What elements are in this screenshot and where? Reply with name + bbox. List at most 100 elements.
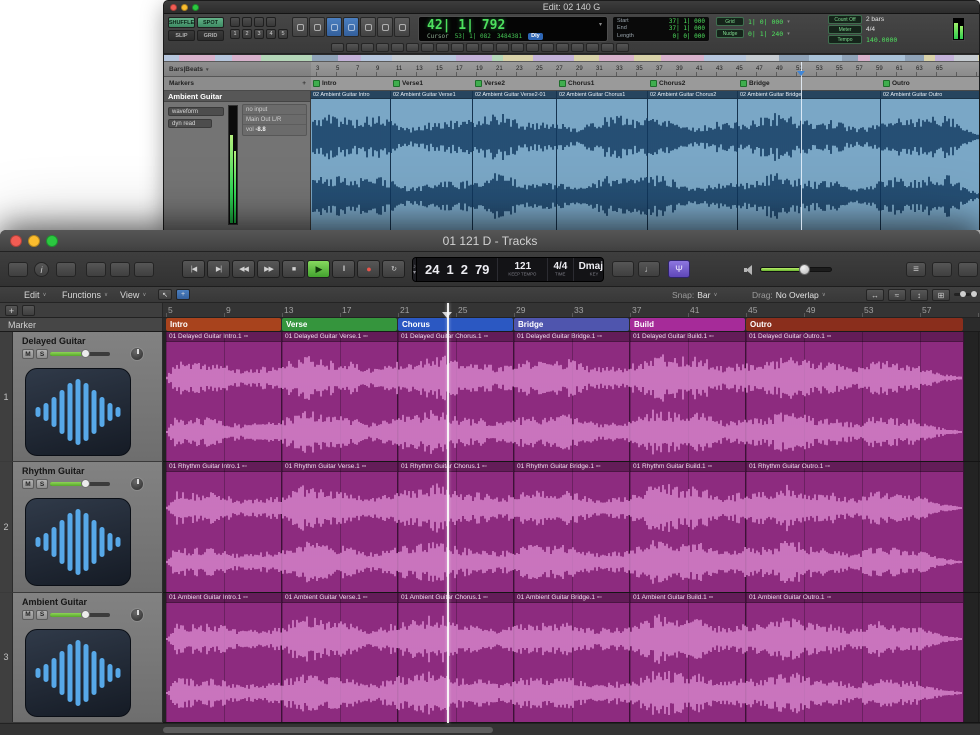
main-counter[interactable]: 42| 1| 792 ▾ Cursor 53| 1| 082 3484381 D… <box>418 16 608 42</box>
go-to-beginning-button[interactable]: |◀ <box>182 260 205 278</box>
toolbar-button[interactable] <box>481 43 494 52</box>
marker-verse1[interactable]: Verse1 <box>393 80 423 87</box>
track-lane-rhythm-guitar[interactable]: 01 Rhythm Guitar Intro.1▫▫01 Rhythm Guit… <box>163 462 980 592</box>
mode-button-grid[interactable]: GRID <box>197 30 224 41</box>
audio-region[interactable]: 02 Ambient Guitar Verse1 <box>391 91 473 230</box>
arrangement-section-chorus[interactable]: Chorus <box>398 318 513 331</box>
main-counter-value[interactable]: 42| 1| 792 <box>427 18 505 33</box>
audio-region[interactable]: 01 Rhythm Guitar Verse.1▫▫ <box>282 462 398 591</box>
audio-region[interactable]: 02 Ambient Guitar Chorus2 <box>648 91 738 230</box>
audio-region[interactable]: 01 Delayed Guitar Build.1▫▫ <box>630 332 746 461</box>
marker-intro[interactable]: Intro <box>313 80 336 87</box>
cycle-button[interactable]: ↻ <box>382 260 405 278</box>
automation-tool-icon[interactable]: + <box>176 289 190 300</box>
go-to-end-button[interactable]: ▶| <box>207 260 230 278</box>
grid-value[interactable]: 1| 0| 000 <box>748 18 783 26</box>
nudge-setting[interactable]: Nudge 0| 1| 240 ▾ <box>716 29 822 38</box>
time-signature-display[interactable]: 4/4 TIME <box>548 258 573 281</box>
track-icon[interactable] <box>25 498 131 586</box>
audio-region[interactable]: 01 Ambient Guitar Verse.1▫▫ <box>282 593 398 722</box>
audio-region[interactable]: 01 Ambient Guitar Intro.1▫▫ <box>166 593 282 722</box>
tempo-display[interactable]: 121 KEEP TEMPO <box>498 258 548 281</box>
minimize-button[interactable] <box>28 235 40 247</box>
zoom-preset-3[interactable]: 3 <box>254 29 264 39</box>
smart-controls-icon[interactable] <box>86 262 106 277</box>
position-tick[interactable]: 79 <box>475 262 489 277</box>
grid-zoom-icon[interactable]: ⊞ <box>932 289 950 301</box>
play-button[interactable]: ▶ <box>307 260 330 278</box>
smart-tool-icon[interactable] <box>394 17 410 37</box>
selection-start[interactable]: Start 37| 1| 000 <box>617 18 705 25</box>
browsers-icon[interactable] <box>958 262 978 277</box>
track-icon[interactable] <box>25 629 131 717</box>
toolbar-button[interactable] <box>331 43 344 52</box>
horizontal-zoom-icon[interactable]: ↔ <box>866 289 884 301</box>
selection-end[interactable]: End 37| 1| 000 <box>617 25 705 32</box>
audio-region[interactable]: 02 Ambient Guitar Verse2-01 <box>473 91 557 230</box>
zoom-preset-1[interactable]: 1 <box>230 29 240 39</box>
zoom-preset-4[interactable]: 4 <box>266 29 276 39</box>
h-zoom-slider-knob[interactable] <box>960 291 966 297</box>
counter-caret-icon[interactable]: ▾ <box>599 21 602 28</box>
solo-button[interactable]: S <box>36 349 48 359</box>
grid-caret-icon[interactable]: ▾ <box>787 19 790 25</box>
audio-region[interactable]: 01 Delayed Guitar Verse.1▫▫ <box>282 332 398 461</box>
toolbar-button[interactable] <box>466 43 479 52</box>
scrubber-tool-icon[interactable] <box>360 17 376 37</box>
stop-button[interactable]: ■ <box>282 260 305 278</box>
audio-region[interactable]: 02 Ambient Guitar Chorus1 <box>557 91 648 230</box>
track-header-delayed-guitar[interactable]: 1Delayed GuitarMS <box>0 332 163 462</box>
arrangement-section-build[interactable]: Build <box>630 318 745 331</box>
toolbar-button[interactable] <box>436 43 449 52</box>
toolbar-button[interactable] <box>586 43 599 52</box>
snap-selector[interactable]: Snap: Bar ∨ <box>672 287 717 303</box>
toolbar-button[interactable] <box>511 43 524 52</box>
key-value[interactable]: Dmaj <box>579 262 603 272</box>
playhead-position[interactable]: 24 1 2 79 <box>417 258 498 281</box>
master-volume-slider[interactable] <box>760 267 832 272</box>
toolbar-button[interactable] <box>496 43 509 52</box>
pan-knob[interactable] <box>130 477 144 491</box>
marker-track-header[interactable]: Marker <box>0 318 163 331</box>
arrangement-section-bridge[interactable]: Bridge <box>514 318 629 331</box>
add-track-button[interactable]: + <box>5 305 18 316</box>
volume-knob[interactable] <box>81 610 90 619</box>
edit-menu[interactable]: Edit∨ <box>24 287 47 303</box>
delay-compensation-badge[interactable]: Dly <box>528 33 543 40</box>
record-button[interactable]: ● <box>357 260 380 278</box>
selector-tool-icon[interactable] <box>326 17 342 37</box>
toolbar-button[interactable] <box>541 43 554 52</box>
bars-ruler-label[interactable]: Bars|Beats <box>169 66 203 73</box>
track-header-ambient-guitar[interactable]: 3Ambient GuitarMS <box>0 593 163 723</box>
audio-region[interactable]: 01 Ambient Guitar Bridge.1▫▫ <box>514 593 630 722</box>
trim-tool-icon[interactable] <box>309 17 325 37</box>
track-lane-ambient-guitar[interactable]: 02 Ambient Guitar Intro02 Ambient Guitar… <box>311 91 980 230</box>
track-name[interactable]: Ambient Guitar <box>22 597 87 607</box>
toolbar-button[interactable] <box>421 43 434 52</box>
end-value[interactable]: 37| 1| 000 <box>669 25 705 32</box>
position-beat[interactable]: 1 <box>446 262 453 277</box>
metronome-icon[interactable]: ♩ <box>638 261 660 277</box>
track-lane-ambient-guitar[interactable]: 01 Ambient Guitar Intro.1▫▫01 Ambient Gu… <box>163 593 980 723</box>
toolbar-button[interactable] <box>526 43 539 52</box>
tempo-setting[interactable]: Tempo 140.0000 <box>828 35 946 44</box>
pan-knob[interactable] <box>130 347 144 361</box>
marker-chorus2[interactable]: Chorus2 <box>650 80 685 87</box>
position-div[interactable]: 2 <box>461 262 468 277</box>
audio-region[interactable]: 01 Delayed Guitar Chorus.1▫▫ <box>398 332 514 461</box>
track-name[interactable]: Delayed Guitar <box>22 336 86 346</box>
output-selector[interactable]: Main Out L/R <box>243 115 306 125</box>
count-off-setting[interactable]: Count Off 2 bars <box>828 15 946 24</box>
grabber-tool-icon[interactable] <box>343 17 359 37</box>
waveform-zoom-icon[interactable]: ≈ <box>888 289 906 301</box>
grid-setting[interactable]: Grid 1| 0| 000 ▾ <box>716 17 822 26</box>
drag-selector[interactable]: Drag: No Overlap ∨ <box>752 287 826 303</box>
markers-header[interactable]: Markers+ <box>164 77 311 91</box>
audio-region[interactable]: 01 Rhythm Guitar Intro.1▫▫ <box>166 462 282 591</box>
audio-region[interactable]: 01 Ambient Guitar Chorus.1▫▫ <box>398 593 514 722</box>
marker-verse2[interactable]: Verse2 <box>475 80 505 87</box>
mixer-icon[interactable] <box>110 262 130 277</box>
grid-label[interactable]: Grid <box>716 17 744 26</box>
mode-button-slip[interactable]: SLIP <box>168 30 195 41</box>
volume-knob[interactable] <box>799 264 810 275</box>
